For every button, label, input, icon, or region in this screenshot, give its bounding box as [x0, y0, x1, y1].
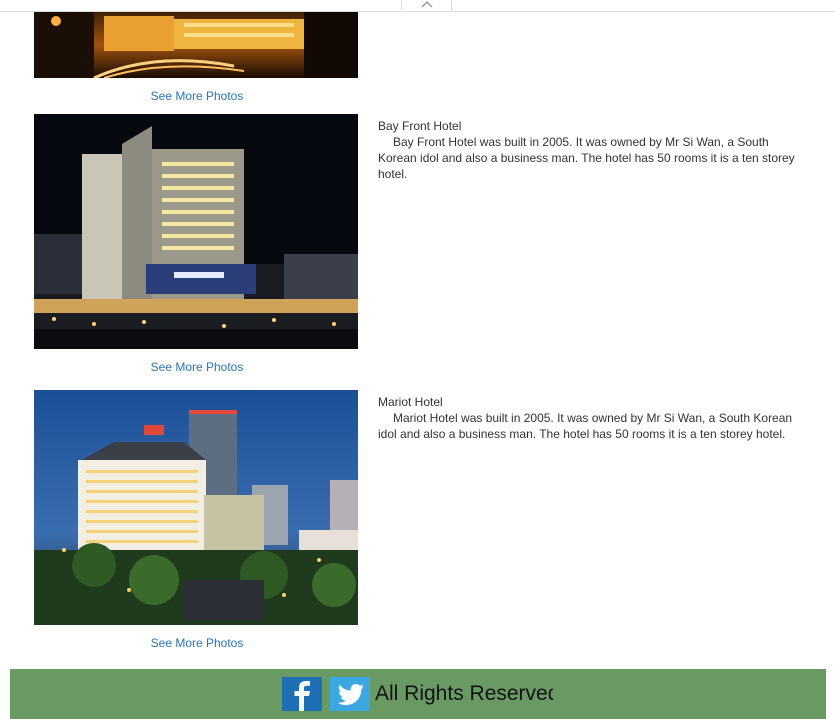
scroll-up-button[interactable]	[401, 0, 452, 10]
see-more-photos-link[interactable]: See More Photos	[34, 360, 360, 374]
hotel-description: Mariot Hotel was built in 2005. It was o…	[378, 411, 793, 441]
hotel-info-mariot: Mariot Hotel Mariot Hotel was built in 2…	[378, 394, 808, 442]
hotel-name: Mariot Hotel	[378, 395, 443, 409]
hotel-name: Bay Front Hotel	[378, 119, 462, 133]
hotel-info-bay-front: Bay Front Hotel Bay Front Hotel was buil…	[378, 118, 808, 182]
mariot-hotel-image	[34, 390, 358, 625]
bay-front-hotel-photo[interactable]	[34, 114, 358, 349]
top-bar	[0, 0, 835, 12]
footer: All Rights Reserved	[10, 669, 826, 719]
bay-front-hotel-image	[34, 114, 358, 349]
hotel-photo-previous[interactable]	[34, 11, 358, 78]
footer-rights-text: All Rights Reserved	[375, 682, 553, 705]
facebook-icon[interactable]	[282, 677, 322, 711]
twitter-icon[interactable]	[330, 677, 370, 711]
see-more-photos-link[interactable]: See More Photos	[34, 89, 360, 103]
hotel-description: Bay Front Hotel was built in 2005. It wa…	[378, 135, 795, 181]
chevron-up-icon	[421, 1, 433, 8]
mariot-hotel-photo[interactable]	[34, 390, 358, 625]
see-more-photos-link[interactable]: See More Photos	[34, 636, 360, 650]
hotel-night-image	[34, 11, 358, 78]
